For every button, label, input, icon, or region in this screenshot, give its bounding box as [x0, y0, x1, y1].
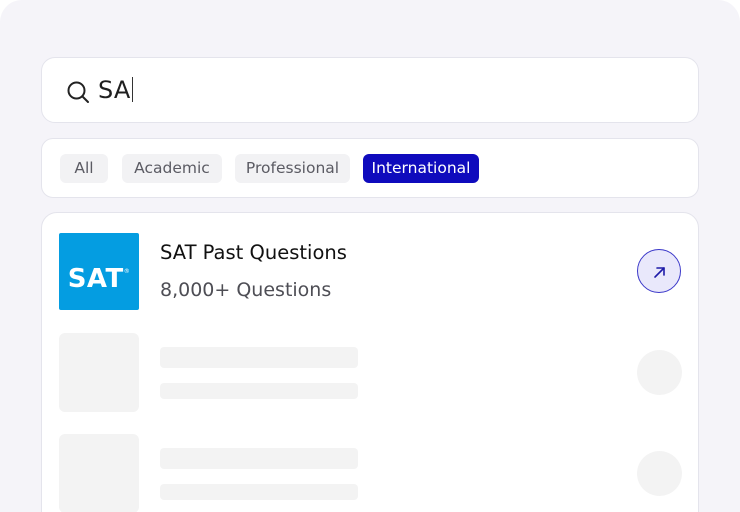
- skeleton-button: [637, 451, 682, 496]
- filter-chip-professional[interactable]: Professional: [235, 154, 350, 183]
- skeleton-title-line: [160, 347, 358, 368]
- filter-bar: All Academic Professional International: [41, 138, 699, 198]
- results-panel: SAT® SAT Past Questions 8,000+ Questions: [41, 212, 699, 512]
- search-icon: [66, 80, 90, 104]
- open-result-button[interactable]: [637, 249, 681, 293]
- skeleton-subtitle-line: [160, 383, 358, 399]
- sat-logo-text: SAT: [67, 264, 124, 294]
- result-subtitle: 8,000+ Questions: [160, 279, 332, 301]
- filter-chip-international[interactable]: International: [363, 154, 479, 183]
- search-input[interactable]: SA: [98, 76, 133, 104]
- skeleton-subtitle-line: [160, 484, 358, 500]
- filter-chip-all[interactable]: All: [60, 154, 108, 183]
- skeleton-thumbnail: [59, 434, 139, 512]
- sat-logo: SAT®: [59, 233, 139, 310]
- skeleton-button: [637, 350, 682, 395]
- search-bar[interactable]: SA: [41, 57, 699, 123]
- skeleton-thumbnail: [59, 333, 139, 412]
- skeleton-title-line: [160, 448, 358, 469]
- search-input-value: SA: [98, 76, 131, 104]
- result-title: SAT Past Questions: [160, 241, 347, 264]
- app-frame: SA All Academic Professional Internation…: [0, 0, 740, 512]
- registered-mark: ®: [123, 268, 131, 275]
- text-caret: [131, 77, 133, 102]
- filter-chip-academic[interactable]: Academic: [122, 154, 222, 183]
